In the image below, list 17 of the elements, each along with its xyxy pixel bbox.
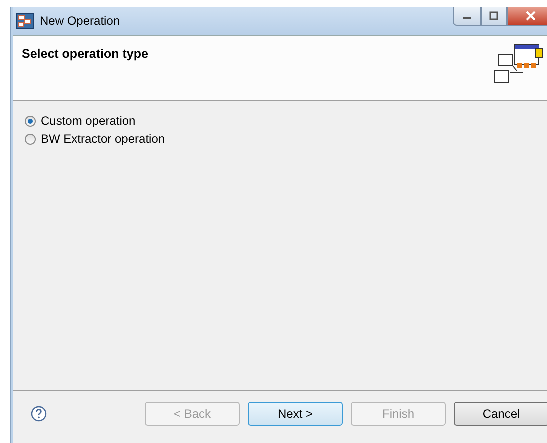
close-button[interactable] — [507, 7, 547, 26]
help-icon[interactable] — [31, 406, 47, 422]
app-icon — [16, 13, 34, 29]
page-title: Select operation type — [22, 47, 148, 63]
close-icon — [525, 11, 537, 21]
radio-button[interactable] — [25, 134, 36, 144]
window-title: New Operation — [40, 14, 120, 28]
dialog-button[interactable]: Cancel — [454, 402, 547, 426]
radio-option[interactable]: BW Extractor operation — [25, 132, 547, 146]
radio-option[interactable]: Custom operation — [25, 114, 547, 128]
option-label: BW Extractor operation — [41, 132, 166, 146]
maximize-icon — [488, 11, 500, 21]
dialog-button[interactable]: Next > — [248, 402, 343, 426]
option-label: Custom operation — [41, 114, 136, 128]
radio-button[interactable] — [25, 116, 36, 126]
minimize-button[interactable] — [453, 7, 481, 26]
maximize-button[interactable] — [481, 7, 507, 26]
